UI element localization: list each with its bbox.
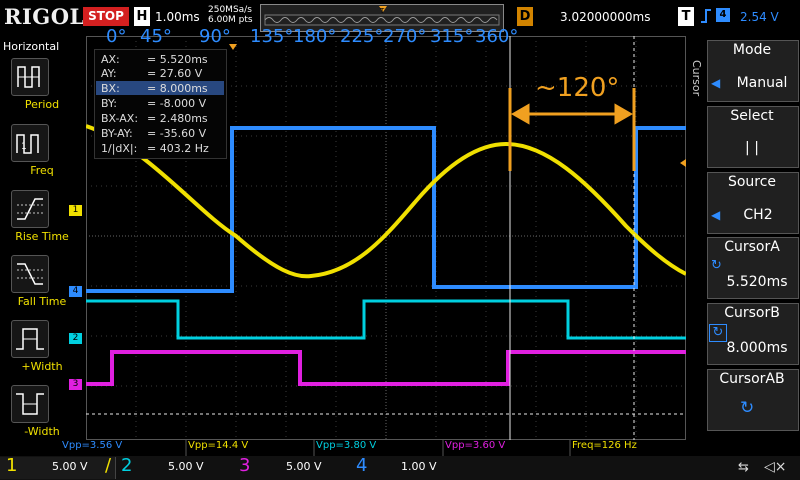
channel-status-bar xyxy=(0,456,800,480)
freq-icon: 1 xyxy=(16,134,39,154)
freq-label: Freq xyxy=(30,164,54,177)
readout-by-label: BY: xyxy=(101,97,117,110)
rise-time-label: Rise Time xyxy=(15,230,69,243)
brand-logo: RIGOL xyxy=(4,4,85,29)
horizontal-key[interactable]: H xyxy=(134,7,150,26)
cursor-b-value: 8.000ms xyxy=(726,340,788,356)
phase-label: 270° xyxy=(383,26,427,47)
trigger-level-marker xyxy=(680,159,686,167)
readout-bx-value: = 8.000ms xyxy=(147,82,208,95)
sound-muted-icon[interactable]: ◁× xyxy=(764,459,787,475)
select-value: | | xyxy=(745,140,759,156)
trigger-level: 2.54 V xyxy=(740,10,779,24)
ch1-marker[interactable]: 1 xyxy=(69,205,82,216)
ch2-scale: 5.00 V xyxy=(168,460,204,473)
ch4-marker[interactable]: 4 xyxy=(69,286,82,297)
positive-width-button[interactable]: +Width xyxy=(11,320,63,373)
phase-labels-row: 0° 45° 90° 135° 180° 225° 270° 315° 360° xyxy=(100,26,540,48)
readout-ax-value: = 5.520ms xyxy=(147,53,208,66)
readout-freq-value: = 403.2 Hz xyxy=(147,142,209,155)
phase-label: 135° xyxy=(250,26,294,47)
readout-ay-value: = 27.60 V xyxy=(147,67,203,80)
phase-annotation-text: ~120° xyxy=(535,73,620,103)
rise-time-icon xyxy=(17,198,43,220)
ch1-number: 1 xyxy=(6,455,18,476)
sample-rate: 250MSa/s xyxy=(208,5,252,15)
positive-width-label: +Width xyxy=(21,360,63,373)
cursor-menu-side-label: Cursor xyxy=(690,60,703,97)
freq-button[interactable]: 1 Freq xyxy=(11,124,54,177)
phase-label: 315° xyxy=(430,26,474,47)
readout-bx-label: BX: xyxy=(101,82,120,95)
ch4-number: 4 xyxy=(356,455,368,476)
trigger-key[interactable]: T xyxy=(678,7,694,26)
ch3-trace xyxy=(86,350,686,386)
readout-dx-value: = 2.480ms xyxy=(147,112,208,125)
cursor-a-value: 5.520ms xyxy=(726,274,788,290)
phase-label: 360° xyxy=(475,26,519,47)
delay-key[interactable]: D xyxy=(517,7,533,26)
cursor-ab-knob-icon: ↻ xyxy=(740,398,755,418)
run-stop-indicator[interactable]: STOP xyxy=(83,7,129,26)
left-menu-title: Horizontal xyxy=(3,40,60,53)
phase-label: 45° xyxy=(140,26,172,47)
ch2-number: 2 xyxy=(121,455,133,476)
cursor-b-title: CursorB xyxy=(724,305,780,321)
trigger-source-badge: 4 xyxy=(716,8,730,22)
ch2-marker[interactable]: 2 xyxy=(69,333,82,344)
fall-time-button[interactable]: Fall Time xyxy=(11,255,66,308)
readout-dy-value: = -35.60 V xyxy=(147,127,207,140)
sample-rate-info: 250MSa/s 6.00M pts xyxy=(208,5,253,25)
period-icon xyxy=(17,66,40,88)
readout-freq-label: 1/|dX|: xyxy=(101,142,138,155)
phase-label: 180° xyxy=(293,26,337,47)
negative-width-label: -Width xyxy=(24,425,60,438)
cursor-ab-title: CursorAB xyxy=(719,371,785,387)
delay-value: 3.02000000ms xyxy=(560,10,651,24)
trigger-edge-icon xyxy=(700,8,712,28)
fall-time-label: Fall Time xyxy=(17,295,67,308)
ch4-scale: 1.00 V xyxy=(401,460,437,473)
positive-width-icon xyxy=(16,328,44,350)
readout-dy-label: BY-AY: xyxy=(101,127,133,140)
memory-depth: 6.00M pts xyxy=(208,15,253,25)
ch3-number: 3 xyxy=(239,455,251,476)
rising-edge-icon xyxy=(701,9,711,23)
phase-label: 0° xyxy=(106,26,127,47)
negative-width-button[interactable]: -Width xyxy=(11,385,60,438)
timebase-value: 1.00ms xyxy=(155,10,200,24)
svg-text:1: 1 xyxy=(21,142,27,152)
readout-by-value: = -8.000 V xyxy=(147,97,207,110)
ch3-marker[interactable]: 3 xyxy=(69,379,82,390)
ch1-coupling-icon: / xyxy=(105,455,112,476)
rise-time-button[interactable]: Rise Time xyxy=(11,190,69,243)
cursor-a-knob-icon: ↻ xyxy=(711,258,722,273)
readout-dx-label: BX-AX: xyxy=(101,112,139,125)
period-button[interactable]: Period xyxy=(11,58,59,111)
source-value: CH2 xyxy=(743,207,773,223)
mode-title: Mode xyxy=(732,42,772,58)
readout-ax-label: AX: xyxy=(101,53,120,66)
usb-icon: ⇆ xyxy=(738,460,749,475)
readout-ay-label: AY: xyxy=(101,67,117,80)
select-title: Select xyxy=(730,108,774,124)
svg-text:T: T xyxy=(379,7,385,15)
measurement-separators xyxy=(185,440,571,456)
phase-label: 225° xyxy=(340,26,384,47)
source-title: Source xyxy=(727,174,777,190)
ch1-scale: 5.00 V xyxy=(52,460,88,473)
mode-value: Manual xyxy=(736,75,788,91)
ch3-scale: 5.00 V xyxy=(286,460,322,473)
period-label: Period xyxy=(24,98,60,111)
fall-time-icon xyxy=(17,263,43,285)
cursor-a-title: CursorA xyxy=(724,239,780,255)
cursor-readout-panel: AX: = 5.520ms AY: = 27.60 V BX: = 8.000m… xyxy=(94,49,227,159)
phase-label: 90° xyxy=(199,26,231,47)
negative-width-icon xyxy=(16,393,44,415)
